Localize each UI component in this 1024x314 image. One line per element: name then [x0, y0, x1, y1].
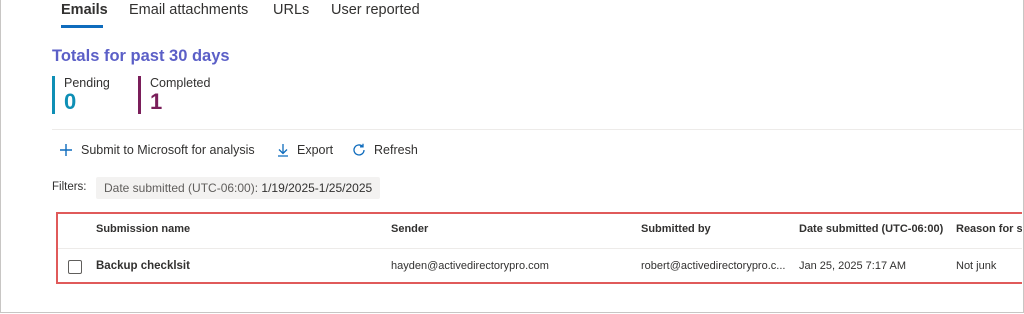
submission-name-cell[interactable]: Backup checklsit: [96, 260, 190, 272]
filter-chip-value: 1/19/2025-1/25/2025: [261, 181, 373, 195]
row-checkbox[interactable]: [68, 260, 82, 274]
table-row[interactable]: Backup checklsit hayden@activedirectoryp…: [58, 249, 1022, 282]
filters-label: Filters:: [52, 181, 87, 193]
divider: [52, 129, 1022, 130]
pending-stat: Pending 0: [52, 76, 110, 114]
column-header-date-submitted[interactable]: Date submitted (UTC-06:00): [799, 223, 943, 235]
totals-title: Totals for past 30 days: [52, 47, 230, 65]
tab-urls[interactable]: URLs: [273, 2, 309, 18]
column-header-submitted-by[interactable]: Submitted by: [641, 223, 711, 235]
sender-cell: hayden@activedirectorypro.com: [391, 260, 549, 272]
submissions-table: Submission name Sender Submitted by Date…: [56, 212, 1022, 284]
date-filter-chip[interactable]: Date submitted (UTC-06:00): 1/19/2025-1/…: [96, 177, 381, 199]
column-header-reason[interactable]: Reason for su: [956, 223, 1022, 235]
tab-emails[interactable]: Emails: [61, 2, 108, 18]
download-icon: [278, 144, 288, 157]
date-submitted-cell: Jan 25, 2025 7:17 AM: [799, 260, 907, 272]
filter-chip-key: Date submitted (UTC-06:00):: [104, 181, 259, 195]
refresh-button[interactable]: Refresh: [351, 142, 418, 158]
pending-count: 0: [64, 89, 77, 114]
column-header-submission-name[interactable]: Submission name: [96, 223, 190, 235]
refresh-icon: [353, 143, 365, 156]
table-header: Submission name Sender Submitted by Date…: [58, 214, 1022, 249]
tab-user-reported[interactable]: User reported: [331, 2, 420, 18]
add-icon: [60, 144, 72, 156]
submitted-by-cell: robert@activedirectorypro.c...: [641, 260, 786, 272]
column-header-sender[interactable]: Sender: [391, 223, 428, 235]
active-tab-indicator: [61, 25, 103, 28]
completed-count: 1: [150, 89, 163, 114]
refresh-button-label: Refresh: [374, 143, 418, 157]
tab-email-attachments[interactable]: Email attachments: [129, 2, 248, 18]
submit-button-label: Submit to Microsoft for analysis: [81, 143, 255, 157]
reason-cell: Not junk: [956, 260, 997, 272]
submit-button[interactable]: Submit to Microsoft for analysis: [58, 142, 255, 158]
export-button[interactable]: Export: [276, 142, 333, 158]
completed-stat: Completed 1: [138, 76, 210, 114]
export-button-label: Export: [297, 143, 334, 157]
